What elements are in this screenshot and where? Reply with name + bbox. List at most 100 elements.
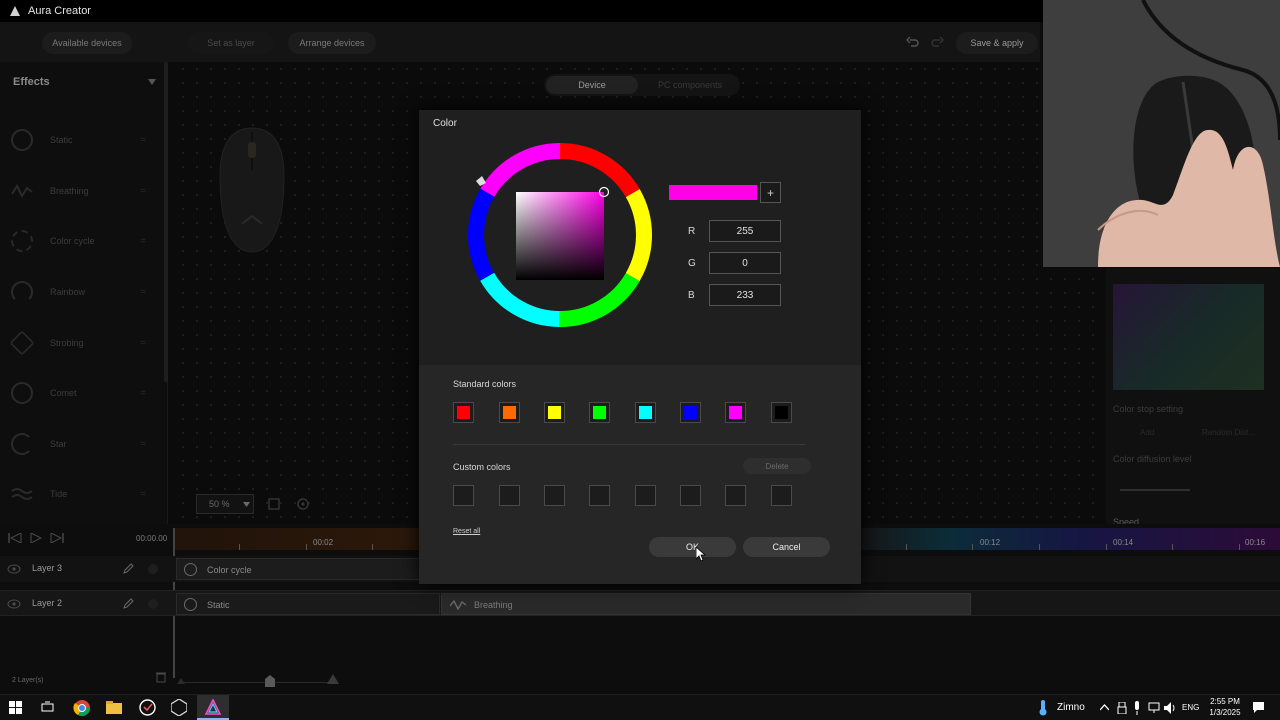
drag-handle-icon[interactable]: =	[140, 287, 146, 298]
custom-color-slot[interactable]	[680, 485, 701, 506]
layer-row[interactable]: Layer 2 Static Breathing	[0, 590, 1280, 616]
standard-color-swatch[interactable]	[453, 402, 474, 423]
custom-color-slot[interactable]	[725, 485, 746, 506]
effect-tide[interactable]: Tide =	[0, 479, 160, 509]
effect-star[interactable]: Star =	[0, 429, 160, 459]
eye-icon[interactable]	[7, 564, 21, 574]
task-view-icon[interactable]	[41, 701, 54, 714]
effect-block-breathing[interactable]: Breathing	[441, 593, 971, 615]
edit-pencil-icon[interactable]	[122, 598, 134, 610]
swatch-fill	[684, 406, 697, 419]
effect-strobing[interactable]: Strobing =	[0, 328, 160, 358]
standard-color-swatch[interactable]	[680, 402, 701, 423]
arrange-devices-button[interactable]: Arrange devices	[288, 32, 376, 54]
volume-icon[interactable]	[1164, 702, 1177, 714]
timeline-zoom-slider[interactable]	[182, 682, 332, 683]
effect-block-color-cycle[interactable]: Color cycle	[176, 558, 426, 580]
effects-panel: Effects Static = Breathing = Color cycle = …	[0, 62, 168, 524]
edit-pencil-icon[interactable]	[122, 563, 134, 575]
mouse-device-image[interactable]	[216, 126, 288, 256]
weather-text[interactable]: Zimno	[1057, 702, 1085, 713]
app-icon[interactable]	[139, 699, 156, 716]
b-input[interactable]: 233	[709, 284, 781, 306]
effect-block-static[interactable]: Static	[176, 593, 440, 615]
tab-pc-components[interactable]: PC components	[642, 76, 738, 94]
network-icon[interactable]	[1148, 702, 1160, 714]
chevron-down-icon	[243, 502, 250, 507]
file-explorer-icon[interactable]	[106, 700, 122, 715]
drag-handle-icon[interactable]: =	[140, 489, 146, 500]
zoom-select[interactable]: 50 %	[196, 494, 254, 514]
ok-button[interactable]: OK	[649, 537, 736, 557]
standard-color-swatch[interactable]	[725, 402, 746, 423]
color-gradient-preview[interactable]	[1113, 284, 1264, 390]
effect-comet[interactable]: Comet =	[0, 378, 160, 408]
cancel-button[interactable]: Cancel	[743, 537, 830, 557]
drag-handle-icon[interactable]: =	[140, 338, 146, 349]
layer-lock-toggle[interactable]	[148, 564, 158, 574]
usb-icon[interactable]	[1117, 702, 1127, 714]
windows-start-icon[interactable]	[9, 701, 22, 714]
hue-color-wheel[interactable]	[467, 142, 653, 328]
slider-thumb[interactable]	[265, 675, 275, 687]
random-distribution-button[interactable]: Random Dist...	[1202, 428, 1255, 437]
delete-custom-color-button[interactable]: Delete	[743, 458, 811, 474]
armoury-crate-icon[interactable]	[171, 699, 187, 716]
standard-color-swatch[interactable]	[499, 402, 520, 423]
add-custom-color-button[interactable]: +	[760, 182, 781, 203]
standard-color-swatch[interactable]	[635, 402, 656, 423]
clock-time[interactable]: 2:55 PM	[1209, 697, 1241, 706]
effect-breathing[interactable]: Breathing =	[0, 176, 160, 206]
custom-color-slot[interactable]	[453, 485, 474, 506]
language-indicator[interactable]: ENG	[1182, 703, 1199, 712]
chrome-icon[interactable]	[73, 699, 91, 717]
undo-icon[interactable]	[906, 36, 920, 50]
drag-handle-icon[interactable]: =	[140, 135, 146, 146]
drag-handle-icon[interactable]: =	[140, 388, 146, 399]
reset-all-link[interactable]: Reset all	[453, 528, 480, 535]
effect-rainbow[interactable]: Rainbow =	[0, 277, 160, 307]
zoom-in-icon[interactable]	[327, 674, 339, 684]
standard-color-swatch[interactable]	[589, 402, 610, 423]
effect-color-cycle[interactable]: Color cycle =	[0, 226, 160, 256]
diffusion-slider[interactable]	[1120, 489, 1190, 491]
add-stop-button[interactable]: Add	[1140, 428, 1154, 437]
microphone-icon[interactable]	[1133, 701, 1141, 715]
skip-back-icon[interactable]	[8, 533, 22, 543]
custom-color-slot[interactable]	[771, 485, 792, 506]
drag-handle-icon[interactable]: =	[140, 439, 146, 450]
taskbar-aura-creator[interactable]	[197, 695, 229, 720]
custom-color-slot[interactable]	[635, 485, 656, 506]
tab-device[interactable]: Device	[546, 76, 638, 94]
color-presets-section: Standard colors Custom colors Delete Res…	[419, 365, 861, 584]
notification-icon[interactable]	[1252, 701, 1265, 714]
g-input[interactable]: 0	[709, 252, 781, 274]
set-as-layer-button[interactable]: Set as layer	[188, 32, 274, 54]
fit-screen-icon[interactable]	[268, 498, 280, 510]
eye-icon[interactable]	[7, 599, 21, 609]
custom-color-slot[interactable]	[544, 485, 565, 506]
available-devices-button[interactable]: Available devices	[42, 32, 132, 54]
skip-forward-icon[interactable]	[50, 533, 64, 543]
center-target-icon[interactable]	[296, 497, 310, 511]
custom-color-slot[interactable]	[499, 485, 520, 506]
effects-scrollbar[interactable]	[164, 62, 168, 382]
drag-handle-icon[interactable]: =	[140, 236, 146, 247]
thermometer-icon[interactable]	[1037, 700, 1049, 716]
play-icon[interactable]	[30, 533, 42, 543]
ruler-tick	[372, 544, 373, 550]
clock-date[interactable]: 1/3/2025	[1205, 708, 1245, 717]
chevron-up-icon[interactable]	[1100, 704, 1109, 711]
standard-color-swatch[interactable]	[771, 402, 792, 423]
r-input[interactable]: 255	[709, 220, 781, 242]
standard-color-swatch[interactable]	[544, 402, 565, 423]
chevron-down-icon[interactable]	[148, 79, 156, 85]
effect-static[interactable]: Static =	[0, 125, 160, 155]
layer-lock-toggle[interactable]	[148, 599, 158, 609]
redo-icon[interactable]	[930, 36, 944, 50]
custom-color-slot[interactable]	[589, 485, 610, 506]
drag-handle-icon[interactable]: =	[140, 186, 146, 197]
trash-icon[interactable]	[155, 671, 167, 683]
save-apply-button[interactable]: Save & apply	[956, 32, 1038, 54]
zoom-out-icon[interactable]	[177, 676, 185, 684]
